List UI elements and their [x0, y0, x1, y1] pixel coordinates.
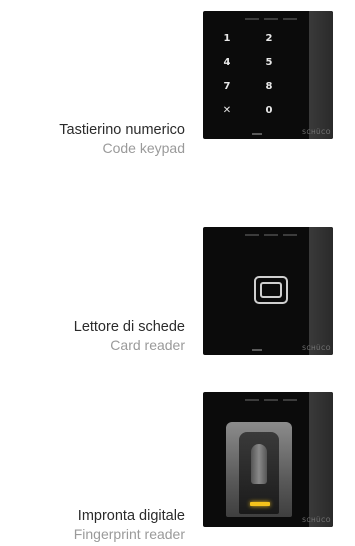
key-cancel: ✕: [222, 105, 232, 116]
card-reader-label-italian: Lettore di schede: [73, 319, 185, 335]
side-panel: [309, 227, 333, 355]
card-symbol-inner-icon: [260, 282, 282, 298]
card-reader-device: SCHÜCO: [203, 227, 333, 355]
keypad-label: Tastierino numerico Code keypad: [59, 121, 185, 157]
fingerprint-sensor-icon: [251, 444, 267, 484]
side-panel: [309, 392, 333, 527]
brand-logo: SCHÜCO: [302, 129, 331, 136]
keypad-label-italian: Tastierino numerico: [59, 122, 185, 138]
status-leds: [245, 234, 297, 236]
bottom-indicator: [252, 133, 262, 135]
card-reader-label-english: Card reader: [110, 337, 185, 353]
key-2: 2: [265, 33, 273, 44]
status-leds: [245, 399, 297, 401]
side-panel: [309, 11, 333, 139]
key-4: 4: [223, 57, 231, 68]
fingerprint-label-english: Fingerprint reader: [73, 526, 185, 542]
key-8: 8: [265, 81, 273, 92]
bottom-indicator: [252, 349, 262, 351]
brand-logo: SCHÜCO: [302, 517, 331, 524]
key-5: 5: [265, 57, 273, 68]
keypad-label-english: Code keypad: [102, 140, 185, 156]
fingerprint-label: Impronta digitale Fingerprint reader: [74, 507, 185, 543]
fingerprint-status-light: [250, 502, 270, 506]
key-7: 7: [223, 81, 231, 92]
brand-logo: SCHÜCO: [302, 345, 331, 352]
key-0: 0: [265, 105, 273, 116]
status-leds: [245, 18, 297, 20]
card-reader-label: Lettore di schede Card reader: [74, 318, 185, 354]
key-1: 1: [223, 33, 231, 44]
keypad-device: 1 2 3 4 5 6 7 8 9 ✕ 0 ✓ SCHÜCO: [203, 11, 333, 139]
fingerprint-device: SCHÜCO: [203, 392, 333, 527]
fingerprint-label-italian: Impronta digitale: [77, 508, 185, 524]
